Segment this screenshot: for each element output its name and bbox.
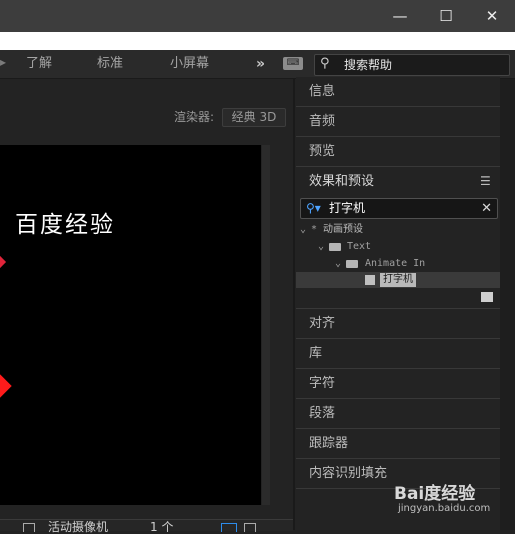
panel-menu-icon[interactable]: ☰ [480,167,491,196]
panel-align-label: 对齐 [309,316,336,331]
chevron-down-icon[interactable]: ⌄ [335,257,341,271]
tree-root-label[interactable]: 动画预设 [323,223,363,237]
menu-strip [0,32,515,50]
maximize-icon[interactable]: ☐ [423,0,469,32]
new-preset-icon[interactable] [481,292,493,302]
tree-folder-animate-in[interactable]: Animate In [365,257,425,271]
panel-library-label: 库 [309,346,323,361]
chevron-down-icon[interactable]: ⌄ [318,240,324,254]
folder-icon [346,260,358,268]
tree-preset-typewriter[interactable]: 打字机 [380,273,416,287]
panel-info[interactable]: 信息 [296,77,500,107]
chevron-down-icon[interactable]: ⌄ [300,223,306,237]
panel-preview-label: 预览 [309,144,336,159]
panel-library[interactable]: 库 [296,339,500,369]
panel-preview[interactable]: 预览 [296,137,500,167]
workspace-edge-icon: ▸ [0,55,7,69]
minimize-icon[interactable]: — [377,0,423,32]
renderer-dropdown[interactable]: 经典 3D [222,108,286,127]
search-icon: ⚲▾ [306,201,321,215]
panel-content-aware-fill-label: 内容识别填充 [309,466,388,481]
panel-audio[interactable]: 音频 [296,107,500,137]
help-search-input[interactable]: ⚲ 搜索帮助 [314,54,510,76]
folder-icon [329,243,341,251]
tree-folder-text[interactable]: Text [347,240,371,254]
panel-tracker-label: 跟踪器 [309,436,349,451]
panel-paragraph[interactable]: 段落 [296,399,500,429]
effects-presets-title: 效果和预设 [309,174,375,189]
panel-character-label: 字符 [309,376,336,391]
watermark-logo: Bai度经验 [394,484,476,504]
close-icon[interactable]: ✕ [469,0,515,32]
panel-tracker[interactable]: 跟踪器 [296,429,500,459]
camera-dropdown[interactable]: 活动摄像机 [48,521,108,533]
right-scrollbar[interactable] [500,79,515,530]
workspace-tab-small-screen[interactable]: 小屏幕 [170,50,209,78]
toggle-mask-icon[interactable] [23,523,35,532]
panel-paragraph-label: 段落 [309,406,336,421]
tree-root-star: * [311,224,318,235]
panel-info-label: 信息 [309,84,336,99]
viewer-text-layer: 百度经验 [15,212,115,238]
composition-viewer[interactable] [0,145,261,505]
panel-align[interactable]: 对齐 [296,309,500,339]
renderer-label: 渲染器: [174,110,215,124]
effects-search-value: 打字机 [329,201,366,215]
keyboard-icon[interactable]: ⌨ [283,57,303,70]
help-search-placeholder: 搜索帮助 [344,58,393,72]
search-icon: ⚲ [320,56,330,71]
effects-search-input[interactable]: ⚲▾ 打字机 ✕ [300,198,498,219]
panel-audio-label: 音频 [309,114,336,129]
panel-character[interactable]: 字符 [296,369,500,399]
fast-preview-icon[interactable] [221,523,237,532]
preset-icon [365,275,375,285]
workspace-tab-learn[interactable]: 了解 [26,50,52,78]
watermark-url: jingyan.baidu.com [398,503,491,514]
clear-search-icon[interactable]: ✕ [481,199,492,218]
grid-icon[interactable] [244,523,256,532]
views-dropdown[interactable]: 1 个 [150,521,173,533]
title-bar: — ☐ ✕ [0,0,515,32]
viewer-scrollbar[interactable] [262,145,270,505]
more-workspaces-icon[interactable]: » [256,50,265,78]
workspace-tab-standard[interactable]: 标准 [97,50,123,78]
panel-divider[interactable] [293,79,295,530]
